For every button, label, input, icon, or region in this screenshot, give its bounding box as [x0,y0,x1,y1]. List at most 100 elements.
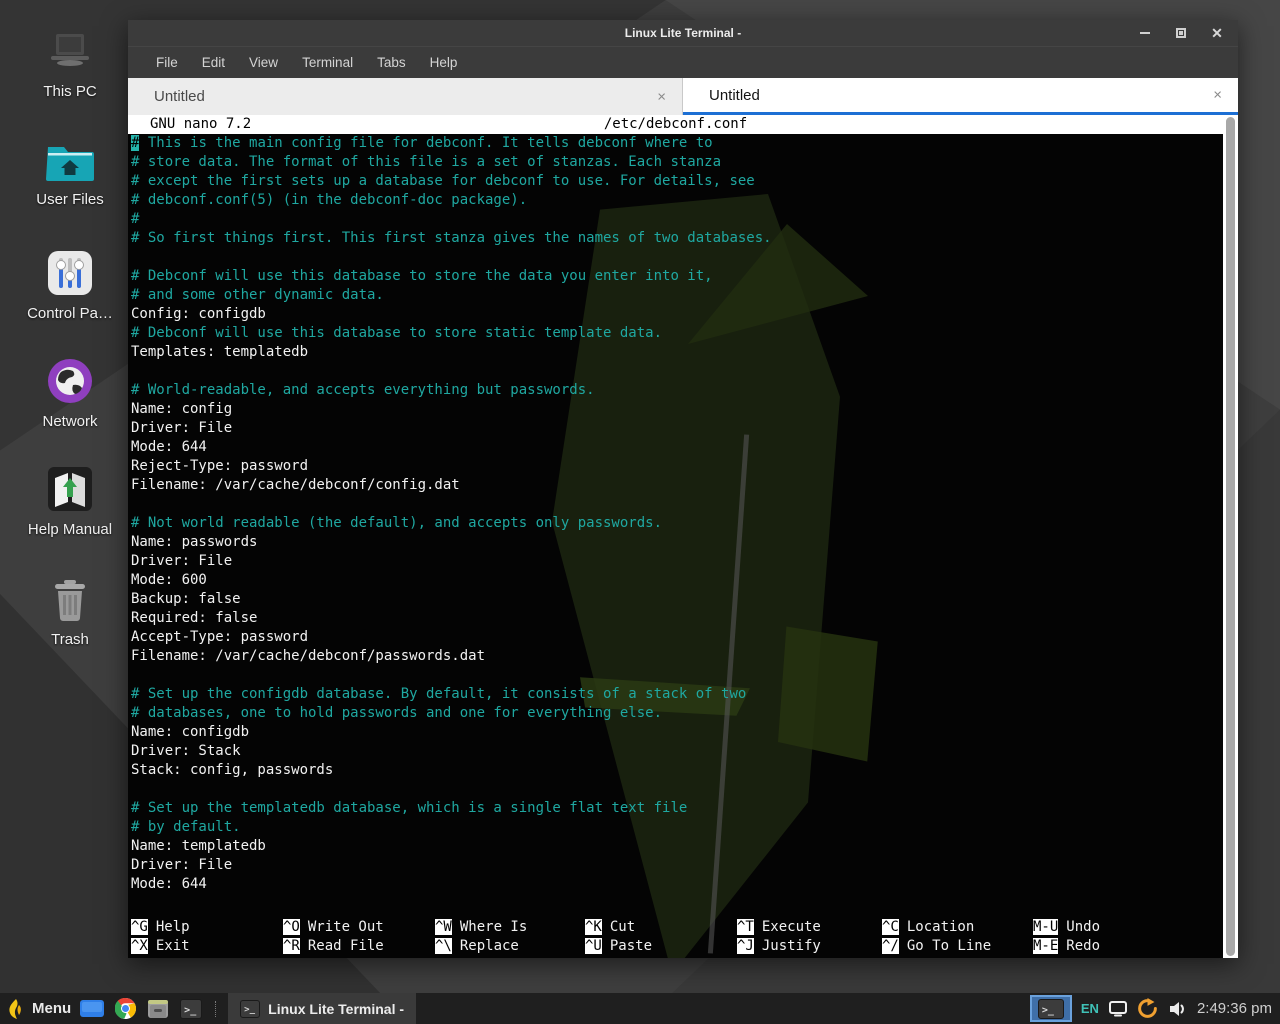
terminal-line: Name: passwords [131,533,1223,552]
terminal-line: Accept-Type: password [131,628,1223,647]
tab-untitled-1[interactable]: Untitled × [128,78,683,115]
laptop-icon [44,32,96,74]
menubar-item-terminal[interactable]: Terminal [292,51,363,74]
terminal-line: # So first things first. This first stan… [131,229,1223,248]
tab-untitled-2[interactable]: Untitled × [683,78,1238,115]
volume-icon[interactable] [1168,997,1188,1021]
terminal-line: # Set up the configdb database. By defau… [131,685,1223,704]
nano-shortcut-location: ^CLocation [882,918,1033,937]
scrollbar-thumb[interactable] [1226,117,1235,956]
terminal-content[interactable]: # This is the main config file for debco… [128,134,1223,958]
terminal-line: Name: config [131,400,1223,419]
terminal-line: Driver: File [131,552,1223,571]
nano-shortcut-bar: ^GHelp^OWrite Out^WWhere Is^KCut^TExecut… [131,918,1223,956]
terminal-scrollbar[interactable] [1223,115,1238,958]
terminal-line: Mode: 644 [131,438,1223,457]
taskbar-separator [215,1001,216,1017]
terminal-line: Filename: /var/cache/debconf/passwords.d… [131,647,1223,666]
menubar-item-view[interactable]: View [239,51,288,74]
terminal-line: Required: false [131,609,1223,628]
terminal-line: Driver: Stack [131,742,1223,761]
menu-button[interactable]: Menu [32,1000,71,1017]
terminal-line: # and some other dynamic data. [131,286,1223,305]
terminal-line: # Debconf will use this database to stor… [131,267,1223,286]
desktop-icon-label: Trash [51,631,89,648]
nano-filename: /etc/debconf.conf [128,115,1223,134]
terminal-line: # Set up the templatedb database, which … [131,799,1223,818]
desktop: This PC User Files Control Pa… [0,0,1280,1024]
terminal-line: # World-readable, and accepts everything… [131,381,1223,400]
terminal-line: # store data. The format of this file is… [131,153,1223,172]
terminal-line: # Debconf will use this database to stor… [131,324,1223,343]
desktop-icon-network[interactable]: Network [16,358,124,430]
close-button[interactable]: ✕ [1210,26,1224,40]
chrome-icon[interactable] [113,997,137,1021]
nano-shortcut-help: ^GHelp [131,918,283,937]
nano-shortcut-undo: M-UUndo [1033,918,1163,937]
terminal-line: Reject-Type: password [131,457,1223,476]
tray-terminal-icon[interactable]: >_ [1030,995,1072,1022]
menubar-item-edit[interactable]: Edit [192,51,235,74]
terminal-line: # Not world readable (the default), and … [131,514,1223,533]
nano-shortcut-execute: ^TExecute [737,918,882,937]
nano-shortcut-write-out: ^OWrite Out [283,918,435,937]
desktop-icon-user-files[interactable]: User Files [16,140,124,208]
nano-shortcut-paste: ^UPaste [585,937,737,956]
menubar-item-tabs[interactable]: Tabs [367,51,416,74]
terminal-line [131,666,1223,685]
display-tray-icon[interactable] [1108,997,1128,1021]
terminal-area: GNU nano 7.2 /etc/debconf.conf # This is… [128,115,1238,958]
terminal-line [131,780,1223,799]
desktop-icon-label: This PC [43,83,96,100]
nano-shortcut-where-is: ^WWhere Is [435,918,585,937]
window-title: Linux Lite Terminal - [128,26,1238,40]
window-titlebar[interactable]: Linux Lite Terminal - ✕ [128,20,1238,46]
terminal-line [131,495,1223,514]
clock[interactable]: 2:49:36 pm [1197,1000,1272,1017]
terminal-line: Mode: 600 [131,571,1223,590]
terminal-line [131,362,1223,381]
desktop-icon-control-panel[interactable]: Control Pa… [16,250,124,322]
terminal-line: Templates: templatedb [131,343,1223,362]
show-desktop-icon[interactable] [80,997,104,1021]
terminal-window: Linux Lite Terminal - ✕ FileEditViewTerm… [128,20,1238,958]
menubar-item-help[interactable]: Help [420,51,468,74]
nano-shortcut-redo: M-ERedo [1033,937,1163,956]
terminal-line: Name: templatedb [131,837,1223,856]
text-cursor: # [131,135,139,151]
tab-close-icon[interactable]: × [1213,87,1222,104]
terminal-screen[interactable]: GNU nano 7.2 /etc/debconf.conf # This is… [128,115,1223,958]
nano-shortcut-cut: ^KCut [585,918,737,937]
terminal-line: # databases, one to hold passwords and o… [131,704,1223,723]
terminal-line: Driver: File [131,856,1223,875]
desktop-icon-help-manual[interactable]: Help Manual [16,466,124,538]
menubar-item-file[interactable]: File [146,51,188,74]
file-manager-icon[interactable] [146,997,170,1021]
terminal-launcher-icon[interactable]: >_ [179,997,203,1021]
menubar: FileEditViewTerminalTabsHelp [128,46,1238,78]
nano-shortcut-justify: ^JJustify [737,937,882,956]
terminal-line: Config: configdb [131,305,1223,324]
tab-close-icon[interactable]: × [657,88,666,105]
task-button-terminal[interactable]: >_ Linux Lite Terminal - [228,993,416,1024]
home-folder-icon [45,140,95,182]
terminal-line: Filename: /var/cache/debconf/config.dat [131,476,1223,495]
terminal-line: # except the first sets up a database fo… [131,172,1223,191]
keyboard-layout-indicator[interactable]: EN [1081,1001,1099,1016]
maximize-button[interactable] [1174,26,1188,40]
desktop-icon-this-pc[interactable]: This PC [16,32,124,100]
update-manager-icon[interactable] [1137,997,1159,1021]
terminal-line: # by default. [131,818,1223,837]
terminal-line: # debconf.conf(5) (in the debconf-doc pa… [131,191,1223,210]
task-terminal-icon: >_ [240,1000,260,1018]
desktop-icon-trash[interactable]: Trash [16,578,124,648]
nano-shortcut-go-to-line: ^/Go To Line [882,937,1033,956]
nano-shortcut-replace: ^\Replace [435,937,585,956]
linux-lite-logo-icon[interactable] [8,999,23,1019]
minimize-button[interactable] [1138,26,1152,40]
globe-icon [47,358,93,404]
desktop-icon-label: Network [42,413,97,430]
tab-bar: Untitled × Untitled × [128,78,1238,115]
terminal-line: Driver: File [131,419,1223,438]
nano-shortcut-read-file: ^RRead File [283,937,435,956]
